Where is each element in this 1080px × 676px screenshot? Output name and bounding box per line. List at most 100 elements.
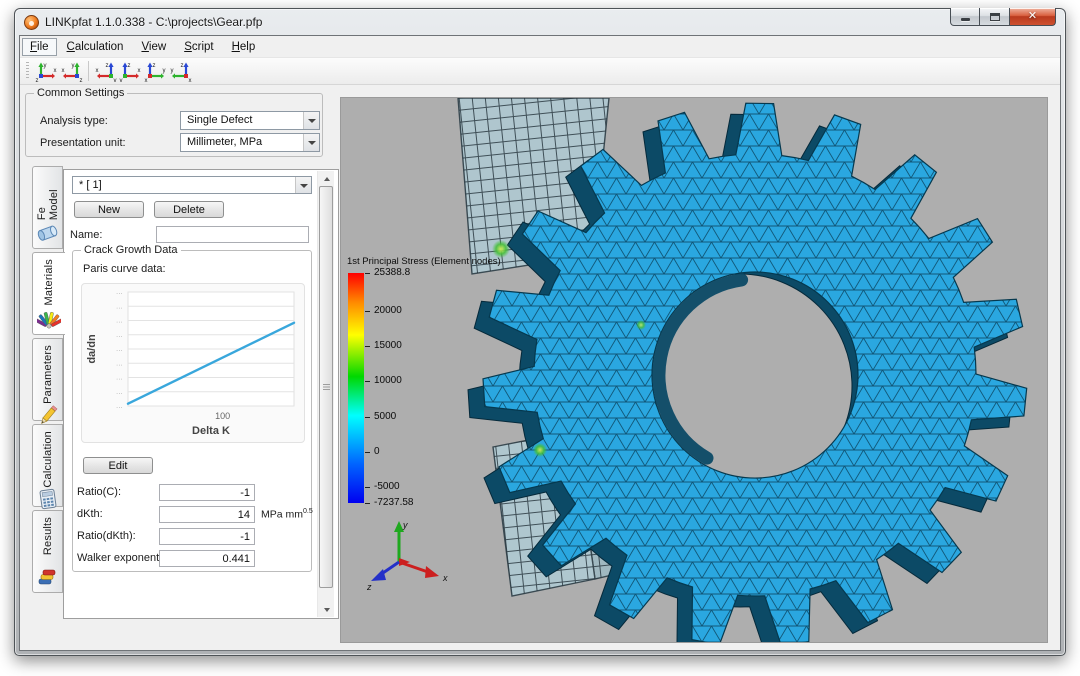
legend-value: 10000 bbox=[374, 375, 402, 386]
legend-value: 25388.8 bbox=[374, 267, 410, 278]
svg-text:x: x bbox=[96, 68, 99, 74]
svg-text:z: z bbox=[181, 63, 184, 69]
tab-fe-model[interactable]: Fe Model bbox=[32, 166, 63, 249]
field-input-dkth[interactable] bbox=[159, 506, 255, 523]
close-button[interactable] bbox=[1010, 8, 1056, 26]
svg-text:...: ... bbox=[116, 376, 123, 382]
view-orientation-2-button[interactable]: yxz bbox=[59, 60, 84, 83]
legend-tick bbox=[365, 346, 370, 347]
minimize-button[interactable] bbox=[950, 8, 980, 26]
common-settings-title: Common Settings bbox=[34, 87, 127, 99]
view-orientation-1-icon: yxz bbox=[35, 61, 58, 82]
field-input-ratio-c[interactable] bbox=[159, 484, 255, 501]
close-icon bbox=[1028, 11, 1037, 22]
svg-text:y: y bbox=[402, 520, 408, 530]
analysis-type-select[interactable]: Single Defect bbox=[180, 111, 320, 130]
delete-button[interactable]: Delete bbox=[154, 201, 224, 218]
view-orientation-4-button[interactable]: zxy bbox=[118, 60, 143, 83]
menu-script[interactable]: Script bbox=[176, 38, 221, 56]
view-orientation-1-button[interactable]: yxz bbox=[34, 60, 59, 83]
title-bar[interactable]: LINKpfat 1.1.0.338 - C:\projects\Gear.pf… bbox=[15, 9, 1065, 35]
app-logo-icon bbox=[24, 15, 39, 30]
svg-text:...: ... bbox=[116, 319, 123, 325]
svg-text:y: y bbox=[171, 68, 174, 74]
stress-legend: 1st Principal Stress (Element nodes) 253… bbox=[347, 256, 517, 267]
legend-tick bbox=[365, 487, 370, 488]
legend-title: 1st Principal Stress (Element nodes) bbox=[347, 256, 517, 267]
maximize-icon bbox=[990, 13, 1000, 21]
menu-calculation[interactable]: Calculation bbox=[59, 38, 132, 56]
legend-value: 5000 bbox=[374, 411, 396, 422]
tab-results[interactable]: Results bbox=[32, 510, 63, 593]
field-unit: MPa mm0.5 bbox=[261, 508, 313, 521]
chevron-down-icon bbox=[303, 134, 319, 151]
view-orientation-5-button[interactable]: zyx bbox=[143, 60, 168, 83]
svg-text:da/dn: da/dn bbox=[86, 334, 98, 364]
maximize-button[interactable] bbox=[980, 8, 1010, 26]
field-input-walker-exponent[interactable] bbox=[159, 550, 255, 567]
field-label: Walker exponent: bbox=[77, 552, 162, 564]
minimize-icon bbox=[961, 18, 970, 21]
toolbar-group: yxzyxz bbox=[34, 60, 84, 83]
legend-tick bbox=[365, 381, 370, 382]
tab-label: Parameters bbox=[42, 345, 54, 404]
svg-text:z: z bbox=[36, 78, 39, 82]
legend-value: -5000 bbox=[374, 481, 400, 492]
svg-text:...: ... bbox=[116, 361, 123, 367]
menu-file[interactable]: File bbox=[22, 38, 57, 56]
menu-help[interactable]: Help bbox=[224, 38, 264, 56]
svg-text:x: x bbox=[62, 68, 65, 74]
name-label: Name: bbox=[70, 229, 102, 241]
name-input[interactable] bbox=[156, 226, 309, 243]
svg-text:z: z bbox=[366, 582, 372, 592]
common-settings-group: Common Settings Analysis type: Single De… bbox=[25, 93, 323, 157]
parameters-icon bbox=[36, 404, 60, 426]
tab-calculation[interactable]: Calculation bbox=[32, 424, 63, 507]
svg-text:x: x bbox=[189, 78, 192, 82]
svg-text:...: ... bbox=[116, 304, 123, 310]
view-orientation-3-icon: zxy bbox=[94, 61, 117, 82]
window-controls bbox=[950, 8, 1056, 26]
results-icon bbox=[36, 564, 60, 588]
menu-view[interactable]: View bbox=[133, 38, 174, 56]
presentation-unit-label: Presentation unit: bbox=[40, 137, 126, 149]
panel-scrollbar[interactable] bbox=[317, 171, 334, 617]
svg-text:y: y bbox=[163, 68, 166, 74]
svg-text:y: y bbox=[114, 78, 117, 82]
edit-button[interactable]: Edit bbox=[83, 457, 153, 474]
paris-curve-chart: ...........................100Delta Kda/… bbox=[81, 283, 305, 443]
field-input-ratio-dkth[interactable] bbox=[159, 528, 255, 545]
scrollbar-thumb[interactable] bbox=[319, 186, 333, 588]
material-select[interactable]: * [ 1] bbox=[72, 176, 312, 194]
legend-tick bbox=[365, 417, 370, 418]
svg-text:Delta K: Delta K bbox=[192, 425, 230, 437]
view-orientation-3-button[interactable]: zxy bbox=[93, 60, 118, 83]
legend-colorbar bbox=[348, 273, 364, 503]
tab-label: Materials bbox=[43, 259, 55, 305]
legend-value: 20000 bbox=[374, 305, 402, 316]
scroll-up-icon[interactable] bbox=[318, 171, 335, 186]
presentation-unit-select[interactable]: Millimeter, MPa bbox=[180, 133, 320, 152]
model-viewport[interactable]: 1st Principal Stress (Element nodes) 253… bbox=[340, 97, 1048, 643]
svg-text:...: ... bbox=[116, 347, 123, 353]
app-window: LINKpfat 1.1.0.338 - C:\projects\Gear.pf… bbox=[14, 8, 1066, 656]
new-button[interactable]: New bbox=[74, 201, 144, 218]
legend-tick bbox=[365, 503, 370, 504]
menu-bar: FileCalculationViewScriptHelp bbox=[20, 36, 1060, 58]
tab-label: Fe Model bbox=[36, 173, 60, 220]
svg-text:z: z bbox=[80, 78, 83, 82]
svg-text:...: ... bbox=[116, 390, 123, 396]
svg-text:x: x bbox=[138, 68, 141, 74]
calculation-icon bbox=[36, 488, 60, 510]
toolbar-separator bbox=[88, 61, 89, 81]
screenshot-stage: { "window": { "title": "LINKpfat 1.1.0.3… bbox=[0, 0, 1080, 676]
legend-value: 15000 bbox=[374, 340, 402, 351]
toolbar-grip[interactable] bbox=[26, 62, 29, 80]
scroll-down-icon[interactable] bbox=[318, 602, 335, 617]
view-orientation-6-button[interactable]: z y x bbox=[168, 60, 193, 83]
tab-materials[interactable]: Materials bbox=[32, 252, 65, 335]
legend-tick bbox=[365, 273, 370, 274]
material-select-value: * [ 1] bbox=[79, 179, 102, 191]
tab-label: Calculation bbox=[42, 431, 54, 488]
tab-parameters[interactable]: Parameters bbox=[32, 338, 63, 421]
